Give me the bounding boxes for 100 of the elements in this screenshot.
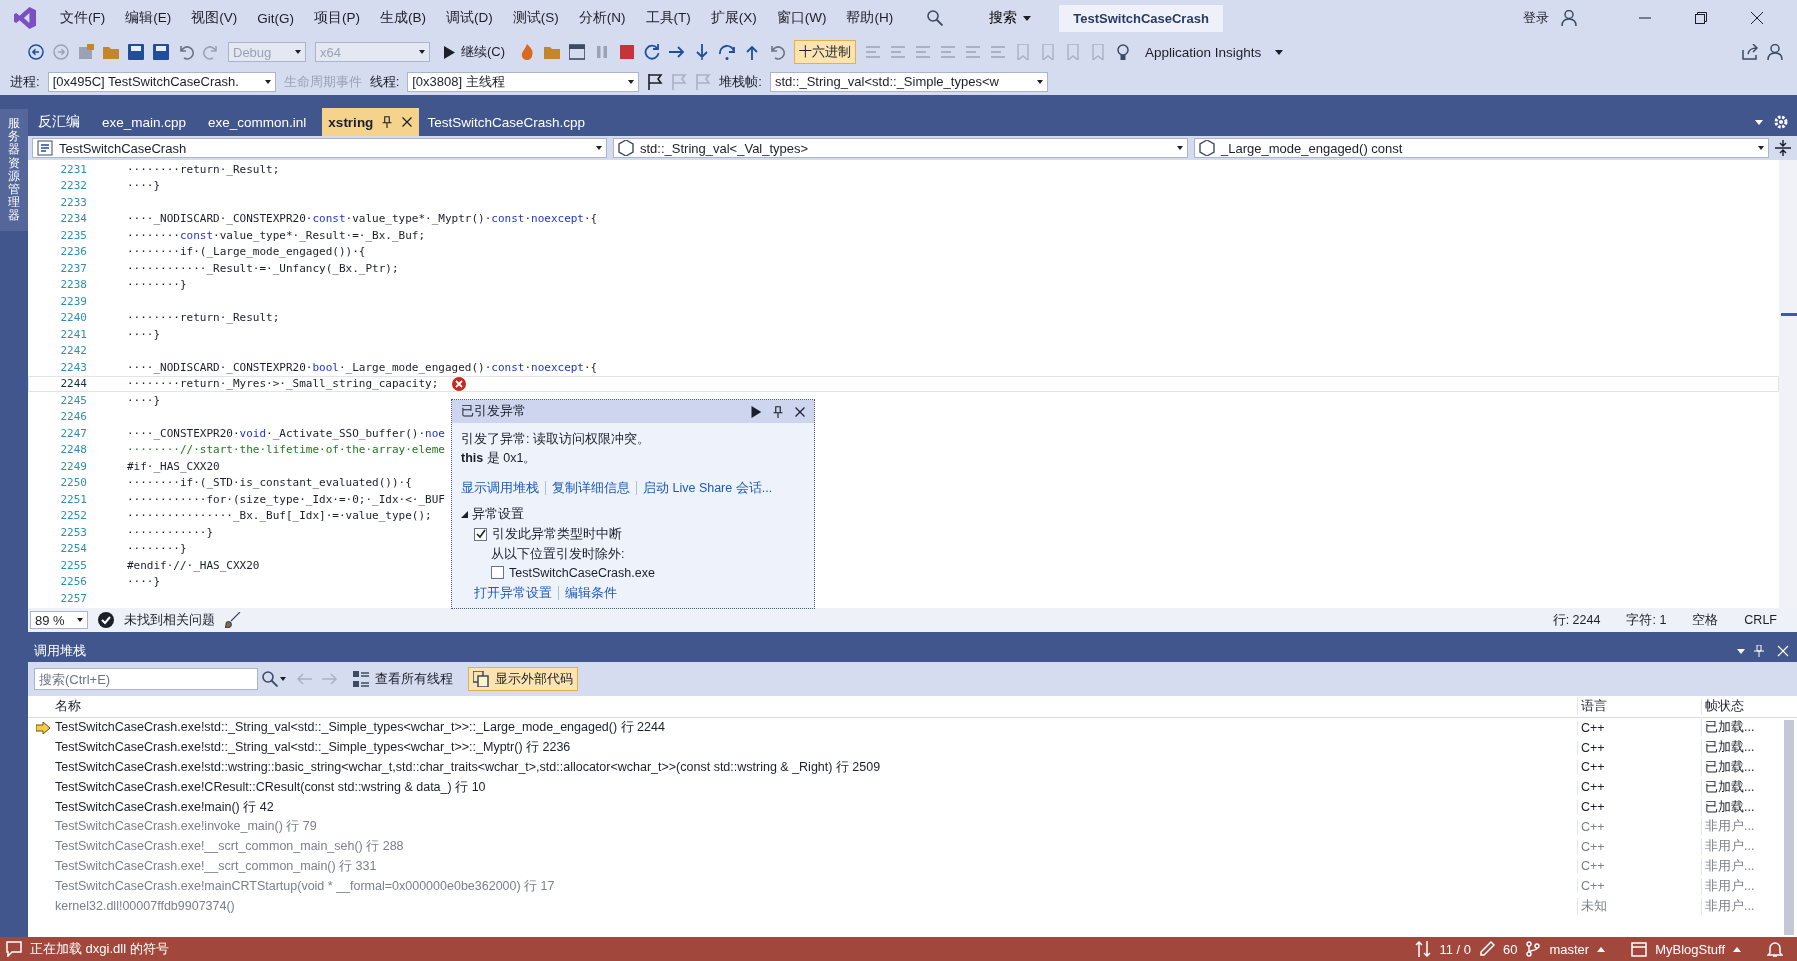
frame-name[interactable]: kernel32.dll!00007ffdb9907374() xyxy=(55,899,1577,914)
popup-link[interactable]: 启动 Live Share 会话... xyxy=(643,479,773,497)
frame-name[interactable]: TestSwitchCaseCrash.exe!std::_String_val<std::_Simple_types<wchar_t>>::_Large_mode_engaged() 行 2244 xyxy=(55,719,1577,737)
pin-icon[interactable] xyxy=(772,405,784,418)
expander-icon[interactable] xyxy=(461,510,468,518)
document-tab[interactable]: TestSwitchCaseCrash.cpp xyxy=(421,108,599,136)
window-icon[interactable] xyxy=(569,44,586,60)
navigation-dropdown[interactable]: std::_String_val<_Val_types> xyxy=(613,138,1188,158)
line-ending-indicator[interactable]: CRLF xyxy=(1744,613,1777,627)
arrow-right-icon[interactable] xyxy=(669,44,686,60)
person-icon[interactable] xyxy=(1767,44,1783,60)
step-into-icon[interactable] xyxy=(694,44,711,60)
search-field[interactable]: 搜索(Ctrl+E) xyxy=(34,668,258,690)
scrollbar[interactable] xyxy=(1784,720,1794,935)
document-tab[interactable]: xstring xyxy=(322,108,420,136)
checkbox[interactable] xyxy=(491,566,504,579)
menu-item[interactable]: 分析(N) xyxy=(568,9,636,27)
menu-item[interactable]: 编辑(E) xyxy=(115,9,182,27)
undo-arrow-icon[interactable] xyxy=(769,44,786,60)
menu-item[interactable]: 工具(T) xyxy=(635,9,701,27)
frame-name[interactable]: TestSwitchCaseCrash.exe!__scrt_common_main_seh() 行 288 xyxy=(55,838,1577,856)
column-header[interactable]: 帧状态 xyxy=(1701,698,1775,715)
stack-frame-dropdown[interactable]: std::_String_val<std::_Simple_types<w xyxy=(769,71,1048,92)
branch-name[interactable]: master xyxy=(1549,941,1590,957)
line-indicator[interactable]: 行: 2244 xyxy=(1552,611,1601,629)
menu-item[interactable]: 生成(B) xyxy=(370,9,436,27)
save-icon[interactable] xyxy=(128,44,144,60)
checkbox[interactable] xyxy=(474,527,487,541)
settings-icon[interactable] xyxy=(1773,114,1789,130)
frame-name[interactable]: TestSwitchCaseCrash.exe!mainCRTStartup(void * __formal=0x000000e0be362000) 行 17 xyxy=(55,877,1577,895)
tab-list-caret-icon[interactable] xyxy=(1755,119,1763,125)
navigation-dropdown[interactable]: _Large_mode_engaged() const xyxy=(1194,138,1769,158)
navigation-dropdown[interactable]: TestSwitchCaseCrash xyxy=(32,138,607,158)
popup-link[interactable]: 编辑条件 xyxy=(565,584,617,602)
frame-name[interactable]: TestSwitchCaseCrash.exe!CResult::CResult(const std::wstring & data_) 行 10 xyxy=(55,778,1577,796)
scrollbar[interactable] xyxy=(1779,160,1797,608)
continue-button[interactable]: 继续(C) xyxy=(439,40,511,64)
menu-item[interactable]: 视图(V) xyxy=(181,9,248,27)
close-icon[interactable] xyxy=(1751,12,1763,24)
undo-icon[interactable] xyxy=(178,44,194,60)
frame-name[interactable]: TestSwitchCaseCrash.exe!std::wstring::basic_string<wchar_t,std::char_traits<wchar_t>,std::allocator<wchar_t>>(const std::wstring & _Right) 行 2509 xyxy=(55,759,1577,776)
hex-toggle[interactable]: 十六进制 xyxy=(794,40,857,64)
frame-name[interactable]: TestSwitchCaseCrash.exe!main() 行 42 xyxy=(55,798,1577,816)
restore-icon[interactable] xyxy=(1695,12,1707,24)
zoom-dropdown[interactable]: 89 % xyxy=(30,611,88,629)
pin-icon[interactable] xyxy=(381,116,394,128)
flag-icon[interactable] xyxy=(647,73,664,90)
document-tab[interactable]: exe_common.inl xyxy=(202,108,321,136)
popup-link[interactable]: 显示调用堆栈 xyxy=(461,479,539,497)
menu-item[interactable]: Git(G) xyxy=(247,10,304,26)
whitespace-indicator[interactable]: 空格 xyxy=(1692,611,1719,629)
person-icon[interactable] xyxy=(1561,10,1577,26)
split-icon[interactable] xyxy=(1775,140,1791,156)
menu-item[interactable]: 窗口(W) xyxy=(766,9,837,27)
server-explorer-tab[interactable]: 服务器资源管理器 xyxy=(0,109,28,231)
menu-item[interactable]: 扩展(X) xyxy=(700,9,767,27)
error-icon[interactable] xyxy=(452,376,467,391)
close-icon[interactable] xyxy=(794,405,806,418)
menu-item[interactable]: 文件(F) xyxy=(50,9,116,27)
caret-icon[interactable] xyxy=(1275,49,1284,55)
show-external-code-toggle[interactable]: 显示外部代码 xyxy=(468,667,578,691)
popup-link[interactable]: 打开异常设置 xyxy=(474,584,552,602)
brush-icon[interactable] xyxy=(225,612,241,628)
git-changes[interactable]: 11 / 0 xyxy=(1439,941,1471,957)
document-tab[interactable]: exe_main.cpp xyxy=(96,108,201,136)
share-icon[interactable] xyxy=(1742,44,1758,60)
play-icon[interactable] xyxy=(750,405,762,418)
stop-icon[interactable] xyxy=(619,44,636,60)
repository-name[interactable]: MyBlogStuff xyxy=(1655,941,1725,957)
frame-name[interactable]: TestSwitchCaseCrash.exe!invoke_main() 行 79 xyxy=(55,818,1577,836)
flame-icon[interactable] xyxy=(519,44,536,60)
issues-status[interactable]: 未找到相关问题 xyxy=(124,611,215,629)
notification-icon[interactable] xyxy=(1767,941,1783,957)
menu-item[interactable]: 帮助(H) xyxy=(836,9,904,27)
pending-edits[interactable]: 60 xyxy=(1502,941,1518,957)
process-dropdown[interactable]: [0x495C] TestSwitchCaseCrash. xyxy=(47,71,276,92)
application-insights-button[interactable]: Application Insights xyxy=(1140,41,1267,63)
frame-name[interactable]: TestSwitchCaseCrash.exe!__scrt_common_main() 行 331 xyxy=(55,857,1577,875)
menu-item[interactable]: 项目(P) xyxy=(304,9,370,27)
popup-link[interactable]: 复制详细信息 xyxy=(552,479,630,497)
line-number: 2237 xyxy=(59,261,87,275)
thread-dropdown[interactable]: [0x3808] 主线程 xyxy=(407,71,640,92)
back-icon[interactable] xyxy=(28,44,44,60)
close-icon[interactable] xyxy=(401,116,414,128)
search-button[interactable]: 搜索 xyxy=(921,7,1038,29)
lightbulb-icon[interactable] xyxy=(1115,44,1132,60)
char-indicator[interactable]: 字符: 1 xyxy=(1626,611,1667,629)
document-tab[interactable]: 反汇编 xyxy=(32,108,94,136)
caret-icon[interactable] xyxy=(1023,15,1032,21)
sign-in-link[interactable]: 登录 xyxy=(1523,9,1549,27)
restart-icon[interactable] xyxy=(644,44,661,60)
save-all-icon[interactable] xyxy=(153,44,169,60)
menu-item[interactable]: 测试(S) xyxy=(502,9,569,27)
step-over-icon[interactable] xyxy=(719,44,736,60)
show-all-threads-button[interactable]: 查看所有线程 xyxy=(348,667,458,691)
menu-item[interactable]: 调试(D) xyxy=(436,9,503,27)
column-header[interactable]: 名称 xyxy=(55,698,1577,715)
caret-icon[interactable] xyxy=(1737,648,1745,654)
frame-name[interactable]: TestSwitchCaseCrash.exe!std::_String_val<std::_Simple_types<wchar_t>>::_Myptr() 行 2236 xyxy=(55,739,1577,757)
column-header[interactable]: 语言 xyxy=(1577,698,1701,715)
